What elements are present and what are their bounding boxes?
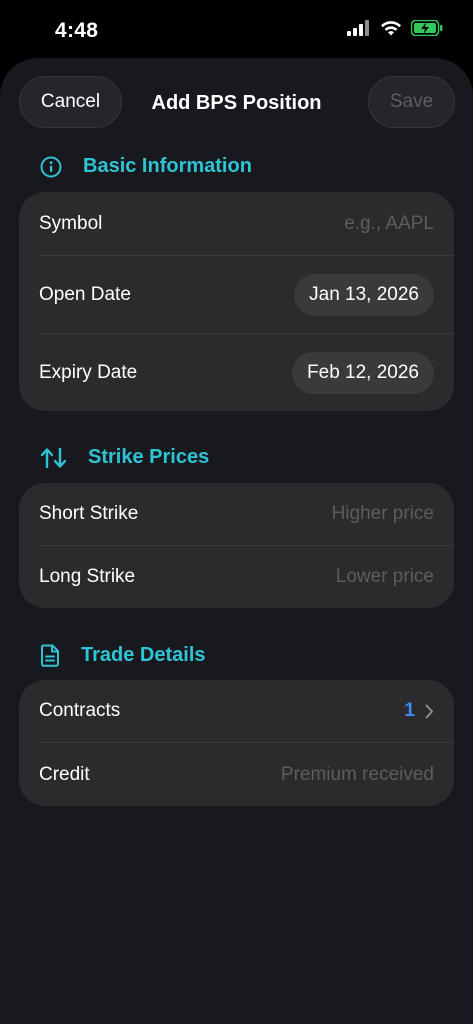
contracts-label: Contracts — [39, 700, 121, 721]
contracts-stepper[interactable]: 1 — [404, 700, 434, 722]
symbol-row[interactable]: Symbol e.g., AAPL — [19, 192, 454, 255]
trade-details-card: Contracts 1 Credit Premium received — [19, 680, 454, 806]
symbol-label: Symbol — [39, 212, 103, 234]
chevron-right-icon — [425, 704, 434, 719]
short-strike-row[interactable]: Short Strike Higher price — [19, 483, 454, 545]
cellular-signal-icon — [347, 20, 371, 41]
section-header-trade-details: Trade Details — [40, 644, 206, 667]
open-date-row: Open Date Jan 13, 2026 — [19, 256, 454, 333]
contracts-value: 1 — [404, 700, 415, 721]
credit-row[interactable]: Credit Premium received — [19, 743, 454, 806]
wifi-icon — [380, 20, 402, 41]
battery-charging-icon — [410, 19, 443, 41]
credit-label: Credit — [39, 763, 90, 785]
section-title: Strike Prices — [88, 446, 210, 468]
status-icons — [347, 19, 443, 41]
modal-sheet: Cancel Add BPS Position Save Basic Infor… — [0, 58, 473, 1024]
info-circle-icon — [40, 156, 62, 178]
save-button[interactable]: Save — [368, 76, 455, 128]
up-down-arrows-icon — [40, 447, 68, 469]
section-title: Trade Details — [81, 644, 206, 666]
section-title: Basic Information — [83, 155, 252, 177]
long-strike-row[interactable]: Long Strike Lower price — [19, 546, 454, 608]
long-strike-label: Long Strike — [39, 566, 136, 587]
short-strike-label: Short Strike — [39, 503, 139, 524]
short-strike-input[interactable]: Higher price — [332, 503, 434, 525]
long-strike-input[interactable]: Lower price — [336, 566, 434, 588]
contracts-row[interactable]: Contracts 1 — [19, 680, 454, 742]
expiry-date-row: Expiry Date Feb 12, 2026 — [19, 334, 454, 411]
expiry-date-picker[interactable]: Feb 12, 2026 — [292, 351, 434, 394]
strike-prices-card: Short Strike Higher price Long Strike Lo… — [19, 483, 454, 608]
section-header-strike-prices: Strike Prices — [40, 446, 209, 469]
credit-input[interactable]: Premium received — [281, 764, 434, 786]
section-header-basic-information: Basic Information — [40, 155, 252, 178]
basic-information-card: Symbol e.g., AAPL Open Date Jan 13, 2026… — [19, 192, 454, 411]
symbol-input[interactable]: e.g., AAPL — [344, 213, 434, 235]
open-date-picker[interactable]: Jan 13, 2026 — [294, 273, 434, 316]
status-bar: 4:48 — [0, 0, 473, 60]
status-time: 4:48 — [55, 19, 99, 42]
document-icon — [40, 644, 60, 667]
open-date-label: Open Date — [39, 283, 131, 305]
expiry-date-label: Expiry Date — [39, 361, 138, 383]
